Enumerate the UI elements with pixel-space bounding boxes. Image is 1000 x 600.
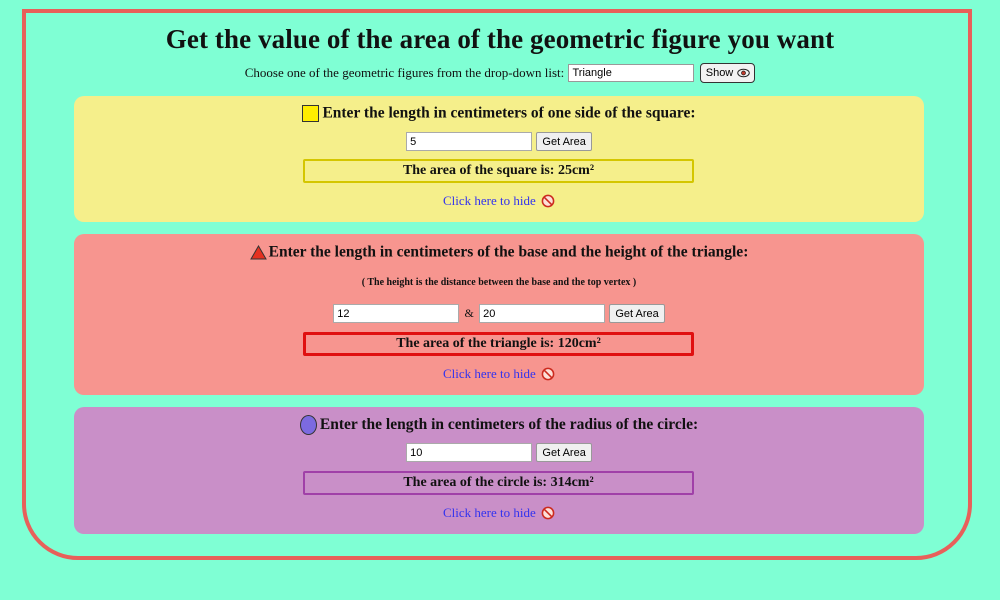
square-heading: Enter the length in centimeters of one s…	[74, 104, 924, 122]
triangle-input-row: & Get Area	[74, 304, 924, 323]
triangle-heading-text: Enter the length in centimeters of the b…	[268, 243, 749, 261]
eye-icon	[737, 68, 751, 78]
figure-chooser: Choose one of the geometric figures from…	[0, 63, 1000, 83]
triangle-heading: Enter the length in centimeters of the b…	[74, 243, 924, 261]
figure-select-input[interactable]	[568, 64, 695, 82]
triangle-base-input[interactable]	[333, 304, 460, 323]
triangle-panel: Enter the length in centimeters of the b…	[74, 234, 924, 395]
circle-heading: Enter the length in centimeters of the r…	[74, 415, 924, 435]
ampersand-separator: &	[464, 306, 474, 320]
triangle-height-note: ( The height is the distance between the…	[361, 277, 637, 288]
circle-panel: Enter the length in centimeters of the r…	[74, 407, 924, 534]
triangle-get-area-button[interactable]: Get Area	[609, 304, 665, 323]
ban-icon[interactable]	[541, 506, 555, 520]
square-hide-row: Click here to hide	[74, 192, 924, 209]
chooser-label: Choose one of the geometric figures from…	[244, 65, 565, 80]
triangle-hide-link[interactable]: Click here to hide	[443, 366, 536, 381]
triangle-height-input[interactable]	[479, 304, 606, 323]
purple-circle-icon	[299, 415, 317, 435]
circle-hide-link[interactable]: Click here to hide	[443, 505, 536, 520]
triangle-result: The area of the triangle is: 120cm²	[303, 332, 694, 356]
show-button[interactable]: Show	[699, 63, 756, 83]
circle-result: The area of the circle is: 314cm²	[303, 471, 694, 495]
square-panel: Enter the length in centimeters of one s…	[74, 96, 924, 222]
circle-input-row: Get Area	[74, 443, 924, 462]
triangle-hide-row: Click here to hide	[74, 365, 924, 382]
ban-icon[interactable]	[541, 367, 555, 381]
page-title: Get the value of the area of the geometr…	[165, 24, 835, 54]
square-hide-link[interactable]: Click here to hide	[443, 193, 536, 208]
square-get-area-button[interactable]: Get Area	[536, 132, 592, 151]
square-input-row: Get Area	[74, 132, 924, 151]
circle-get-area-button[interactable]: Get Area	[536, 443, 592, 462]
show-button-label: Show	[705, 67, 734, 79]
square-result: The area of the square is: 25cm²	[303, 159, 694, 183]
yellow-square-icon	[302, 104, 320, 122]
circle-hide-row: Click here to hide	[74, 504, 924, 521]
circle-radius-input[interactable]	[406, 443, 533, 462]
red-triangle-icon	[249, 244, 267, 260]
square-side-input[interactable]	[406, 132, 533, 151]
circle-heading-text: Enter the length in centimeters of the r…	[319, 416, 699, 433]
ban-icon[interactable]	[541, 194, 555, 208]
square-heading-text: Enter the length in centimeters of one s…	[322, 104, 696, 122]
